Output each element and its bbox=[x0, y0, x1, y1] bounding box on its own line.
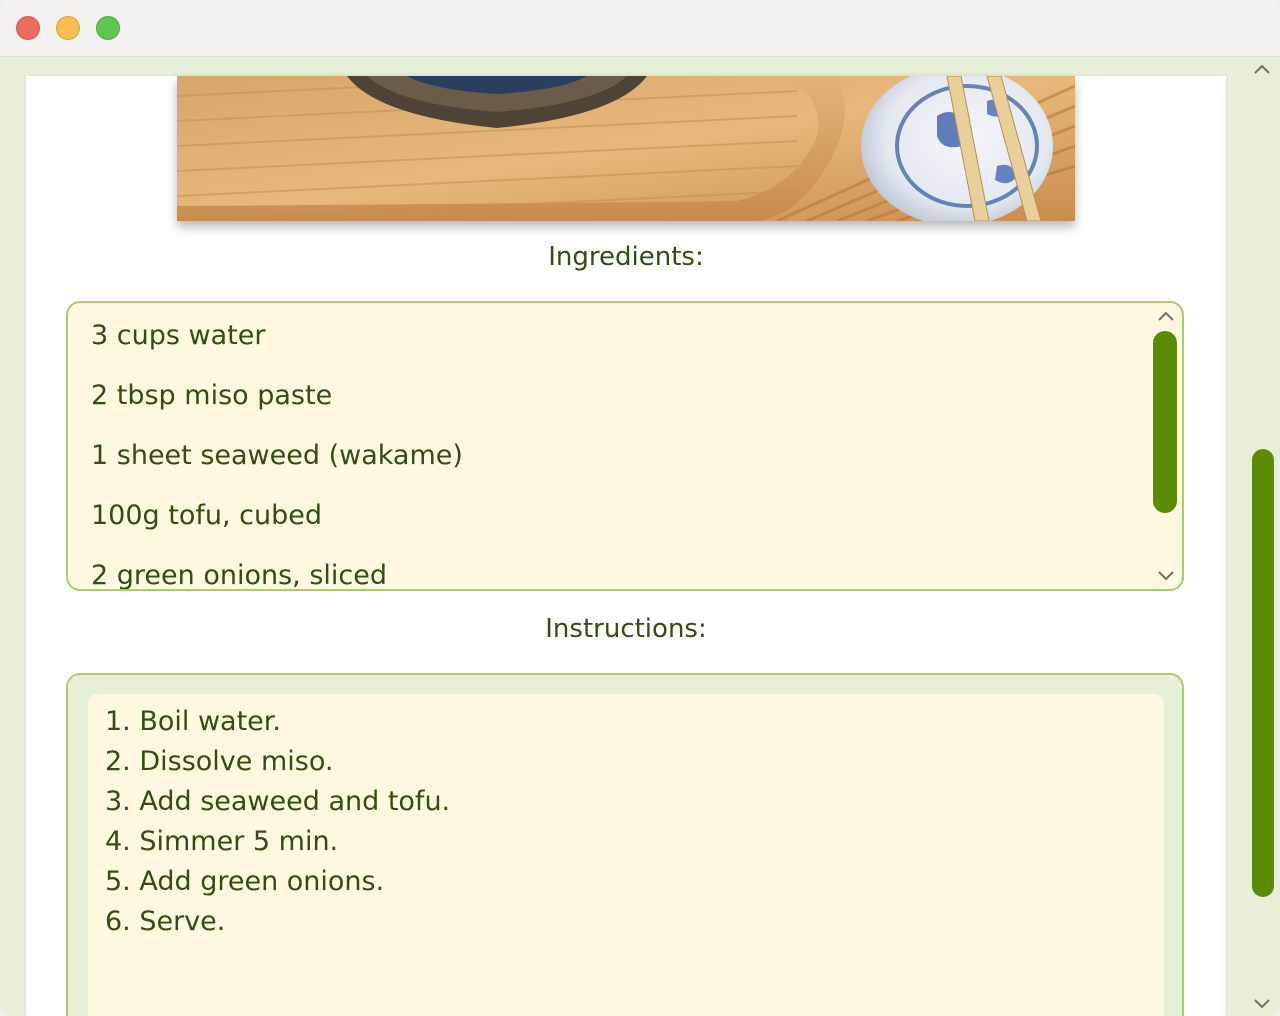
chevron-down-icon[interactable] bbox=[1252, 996, 1272, 1012]
instruction-step: 1. Boil water. bbox=[105, 706, 282, 737]
ingredient-item: 3 cups water bbox=[91, 320, 266, 351]
recipe-image bbox=[177, 76, 1075, 221]
ingredient-item: 2 green onions, sliced bbox=[91, 560, 387, 591]
ingredient-item: 1 sheet seaweed (wakame) bbox=[91, 440, 463, 471]
instructions-list: 1. Boil water. 2. Dissolve miso. 3. Add … bbox=[105, 702, 450, 942]
ingredients-scrollbar-thumb[interactable] bbox=[1153, 331, 1177, 513]
close-button[interactable] bbox=[16, 16, 40, 40]
ingredients-list: 3 cups water 2 tbsp miso paste 1 sheet s… bbox=[91, 320, 463, 591]
app-window: Ingredients: 3 cups water 2 tbsp miso pa… bbox=[0, 0, 1280, 1016]
ingredients-title: Ingredients: bbox=[548, 242, 704, 272]
page-scrollbar-thumb[interactable] bbox=[1252, 449, 1274, 897]
instruction-step: 4. Simmer 5 min. bbox=[105, 826, 339, 857]
chevron-up-icon[interactable] bbox=[1252, 61, 1272, 77]
instruction-step: 2. Dissolve miso. bbox=[105, 746, 334, 777]
chevron-down-icon[interactable] bbox=[1156, 569, 1176, 583]
instruction-step: 3. Add seaweed and tofu. bbox=[105, 786, 451, 817]
instructions-text-area[interactable]: 1. Boil water. 2. Dissolve miso. 3. Add … bbox=[88, 694, 1164, 1016]
maximize-button[interactable] bbox=[96, 16, 120, 40]
ingredients-list-box[interactable]: 3 cups water 2 tbsp miso paste 1 sheet s… bbox=[66, 301, 1184, 591]
ingredient-item: 2 tbsp miso paste bbox=[91, 380, 333, 411]
instruction-step: 5. Add green onions. bbox=[105, 866, 385, 897]
instruction-step: 6. Serve. bbox=[105, 906, 226, 937]
chevron-up-icon[interactable] bbox=[1156, 309, 1176, 323]
instructions-box: 1. Boil water. 2. Dissolve miso. 3. Add … bbox=[66, 673, 1184, 1016]
minimize-button[interactable] bbox=[56, 16, 80, 40]
instructions-title: Instructions: bbox=[545, 614, 707, 644]
scroll-viewport[interactable]: Ingredients: 3 cups water 2 tbsp miso pa… bbox=[0, 57, 1280, 1016]
ingredient-item: 100g tofu, cubed bbox=[91, 500, 322, 531]
title-bar bbox=[0, 0, 1280, 57]
recipe-page: Ingredients: 3 cups water 2 tbsp miso pa… bbox=[26, 76, 1226, 1016]
